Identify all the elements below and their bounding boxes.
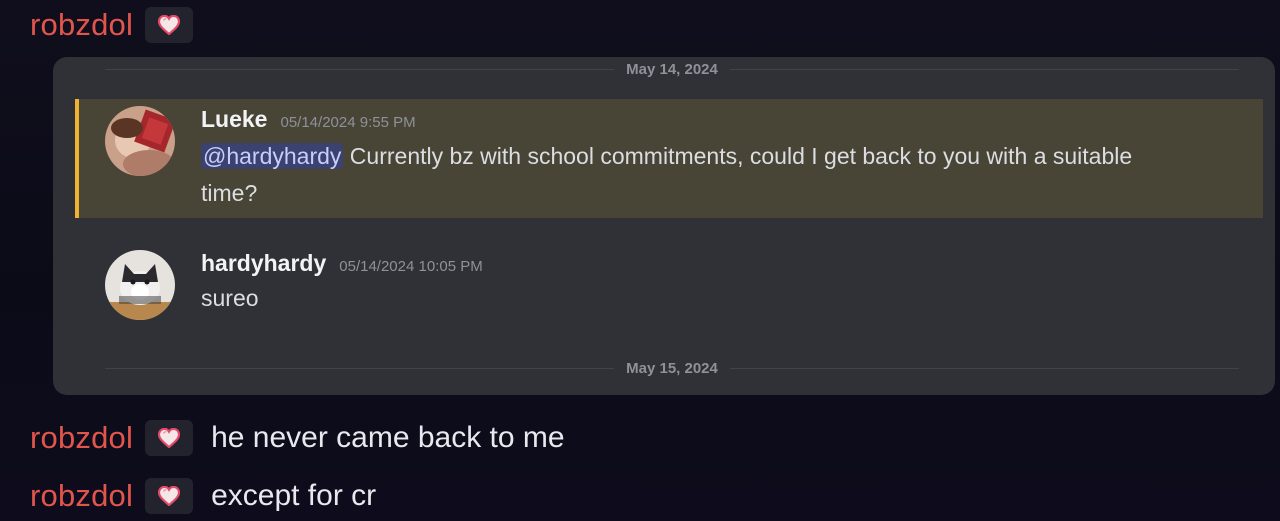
avatar-image	[105, 250, 175, 320]
heart-icon	[158, 428, 181, 448]
message-body: Lueke 05/14/2024 9:55 PM @hardyhardy Cur…	[201, 106, 1186, 218]
avatar[interactable]	[105, 106, 175, 176]
role-badge[interactable]	[145, 478, 194, 514]
avatar-image	[105, 106, 175, 176]
user-mention[interactable]: @hardyhardy	[201, 143, 344, 169]
date-label: May 15, 2024	[626, 359, 718, 377]
username[interactable]: robzdol	[30, 7, 133, 43]
heart-icon	[158, 15, 181, 35]
timestamp: 05/14/2024 10:05 PM	[339, 258, 483, 275]
avatar[interactable]	[105, 250, 175, 320]
username[interactable]: robzdol	[30, 478, 133, 514]
author-name[interactable]: Lueke	[201, 106, 267, 133]
timestamp: 05/14/2024 9:55 PM	[280, 114, 416, 131]
chat-message: robzdol he never came back to me	[30, 418, 565, 458]
message-text: he never came back to me	[211, 421, 565, 454]
divider-line	[105, 68, 615, 70]
message-hardyhardy[interactable]: hardyhardy 05/14/2024 10:05 PM sureo	[75, 250, 1263, 330]
message-text: except for cr	[211, 479, 377, 512]
divider-line	[729, 68, 1239, 70]
message-content: sureo	[201, 285, 259, 311]
chat-message: robzdol	[30, 5, 194, 45]
role-badge[interactable]	[145, 420, 194, 456]
date-divider: May 15, 2024	[105, 357, 1239, 379]
role-badge[interactable]	[145, 7, 194, 43]
divider-line	[105, 367, 615, 369]
date-label: May 14, 2024	[626, 60, 718, 78]
heart-icon	[158, 486, 181, 506]
chat-message: robzdol except for cr	[30, 476, 376, 516]
author-name[interactable]: hardyhardy	[201, 250, 326, 277]
date-divider: May 14, 2024	[105, 58, 1239, 80]
message-content: @hardyhardy Currently bz with school com…	[201, 138, 1186, 212]
username[interactable]: robzdol	[30, 420, 133, 456]
message-body: hardyhardy 05/14/2024 10:05 PM sureo	[201, 250, 1186, 330]
message-header: hardyhardy 05/14/2024 10:05 PM	[201, 250, 1186, 280]
message-lueke[interactable]: Lueke 05/14/2024 9:55 PM @hardyhardy Cur…	[75, 99, 1263, 218]
divider-line	[729, 367, 1239, 369]
message-header: Lueke 05/14/2024 9:55 PM	[201, 106, 1186, 138]
embedded-screenshot[interactable]: May 14, 2024 Lueke 05/14/2024 9:55 PM @h…	[53, 57, 1275, 395]
